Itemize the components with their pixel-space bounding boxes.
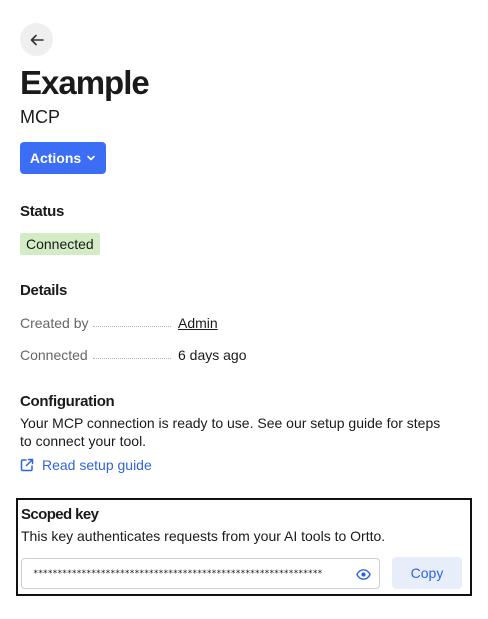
page-title: Example [20,64,150,101]
scoped-key-description: This key authenticates requests from you… [21,528,386,544]
configuration-text: Your MCP connection is ready to use. See… [20,415,441,449]
actions-button-label: Actions [29,150,82,166]
status-heading: Status [20,203,65,220]
leader-dots [93,358,171,359]
detail-label: Connected [20,347,88,363]
configuration-heading: Configuration [20,393,115,410]
connected-value: 6 days ago [178,347,247,363]
page-subtitle: MCP [20,107,60,127]
eye-icon[interactable] [356,567,371,582]
detail-label: Created by [20,315,89,331]
arrow-left-icon [30,34,44,45]
setup-link-label: Read setup guide [42,457,152,473]
back-button[interactable] [20,23,53,56]
external-link-icon [20,458,34,472]
actions-button[interactable]: Actions [20,142,106,174]
detail-row-connected: Connected 6 days ago [20,345,320,365]
created-by-link[interactable]: Admin [178,315,218,331]
scoped-key-value: ****************************************… [33,568,323,579]
leader-dots [93,326,171,327]
scoped-key-heading: Scoped key [21,506,99,523]
scoped-key-panel: Scoped key This key authenticates reques… [16,498,472,596]
copy-button[interactable]: Copy [392,557,462,589]
details-heading: Details [20,282,68,299]
scoped-key-field[interactable]: ****************************************… [21,558,380,589]
detail-row-created-by: Created by Admin [20,313,320,333]
read-setup-guide-link[interactable]: Read setup guide [20,457,152,473]
chevron-down-icon [87,155,95,161]
status-badge: Connected [20,233,100,255]
